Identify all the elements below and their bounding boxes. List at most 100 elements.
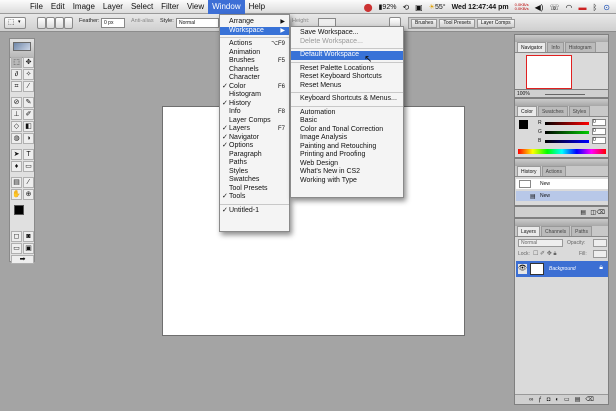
window-menu-item-channels[interactable]: Channels xyxy=(220,66,289,75)
intersect-selection-button[interactable] xyxy=(64,17,73,29)
tab-actions[interactable]: Actions xyxy=(541,166,566,176)
layer-style-icon[interactable]: ƒ xyxy=(538,397,541,403)
foreground-color-swatch[interactable] xyxy=(14,205,24,215)
panel-title-bar[interactable] xyxy=(515,35,608,42)
panel-title-bar[interactable] xyxy=(515,99,608,106)
lock-icon[interactable]: ☐ ✐ ✥ 🔒︎ xyxy=(533,250,557,258)
volume-icon[interactable]: ◀) xyxy=(535,3,544,12)
eyedropper-tool-icon[interactable]: ⁄ xyxy=(23,177,34,188)
gradient-tool-icon[interactable]: ◧ xyxy=(23,121,34,132)
window-menu-item-animation[interactable]: Animation xyxy=(220,49,289,58)
new-document-icon[interactable]: ◫ xyxy=(590,209,596,216)
hand-tool-icon[interactable]: ✋ xyxy=(11,189,22,200)
tab-swatches[interactable]: Swatches xyxy=(537,106,568,116)
window-menu-item-color[interactable]: ✓ Color F6 xyxy=(220,83,289,92)
workspace-menu-item-reset-palette-locations[interactable]: Reset Palette Locations xyxy=(291,65,403,74)
shape-tool-icon[interactable]: ▭ xyxy=(23,161,34,172)
new-snapshot-icon[interactable]: ▤ xyxy=(580,209,586,216)
window-menu-item-character[interactable]: Character xyxy=(220,74,289,83)
notes-tool-icon[interactable]: ▤ xyxy=(11,177,22,188)
r-value[interactable]: 0 xyxy=(592,119,606,126)
clock[interactable]: Wed 12:47:44 pm xyxy=(452,4,509,11)
blur-tool-icon[interactable]: ◍ xyxy=(11,133,22,144)
tab-paths[interactable]: Paths xyxy=(571,226,592,236)
menu-edit[interactable]: Edit xyxy=(47,0,69,14)
workspace-menu-item-painting-and-retouching[interactable]: Painting and Retouching xyxy=(291,143,403,152)
workspace-menu-item-color-and-tonal-correction[interactable]: Color and Tonal Correction xyxy=(291,126,403,135)
tab-color[interactable]: Color xyxy=(517,106,537,116)
weather-status[interactable]: ☀55° xyxy=(429,3,446,11)
trash-icon[interactable]: ⌫ xyxy=(585,396,593,403)
well-tab-brushes[interactable]: Brushes xyxy=(411,18,438,28)
color-foreground-swatch[interactable] xyxy=(519,120,528,129)
magic-wand-tool-icon[interactable]: ✧ xyxy=(23,69,34,80)
zoom-tool-icon[interactable]: ⊕ xyxy=(23,189,34,200)
opacity-field[interactable] xyxy=(593,239,607,247)
tool-preset-picker[interactable]: ⬚ ▾ xyxy=(4,17,26,29)
g-value[interactable]: 0 xyxy=(592,128,606,135)
history-state-row[interactable]: ▤ New xyxy=(516,191,608,201)
marquee-tool-icon[interactable]: ⬚ xyxy=(11,57,22,68)
menu-window[interactable]: Window xyxy=(208,0,245,14)
color-ramp[interactable] xyxy=(518,149,606,154)
history-snapshot-row[interactable]: New xyxy=(516,179,608,189)
window-menu-item-swatches[interactable]: Swatches xyxy=(220,176,289,185)
workspace-menu-item-keyboard-shortcuts-menus[interactable]: Keyboard Shortcuts & Menus... xyxy=(291,95,403,104)
clone-stamp-tool-icon[interactable]: ⊥ xyxy=(11,109,22,120)
g-slider[interactable] xyxy=(545,131,589,134)
healing-brush-tool-icon[interactable]: ⊘ xyxy=(11,97,22,108)
tab-layers[interactable]: Layers xyxy=(517,226,541,236)
panel-title-bar[interactable] xyxy=(515,219,608,226)
well-tab-layer-comps[interactable]: Layer Comps xyxy=(476,18,515,28)
window-menu-item-actions[interactable]: Actions ⌥F9 xyxy=(220,40,289,49)
screen-mode-icon[interactable]: ▭ xyxy=(11,243,22,254)
menu-view[interactable]: View xyxy=(183,0,208,14)
window-menu-item-tool-presets[interactable]: Tool Presets xyxy=(220,185,289,194)
antialias-checkbox[interactable]: Anti-alias xyxy=(131,18,154,24)
display-icon[interactable]: ▣ xyxy=(415,3,423,12)
sync-icon[interactable]: ⟲ xyxy=(402,3,409,12)
feather-field[interactable]: 0 px xyxy=(101,18,125,28)
new-group-icon[interactable]: ▭ xyxy=(564,396,570,403)
blend-mode-select[interactable]: Normal xyxy=(518,239,563,247)
window-menu-item-paragraph[interactable]: Paragraph xyxy=(220,151,289,160)
move-tool-icon[interactable]: ✥ xyxy=(23,57,34,68)
workspace-menu-item-what-s-new-in-cs2[interactable]: What's New in CS2 xyxy=(291,168,403,177)
window-menu-item-workspace[interactable]: Workspace ▶ xyxy=(220,26,289,35)
quick-mask-icon[interactable]: ◙ xyxy=(23,231,34,242)
layer-row-background[interactable]: 👁︎ Background 🔒︎ xyxy=(516,261,608,277)
menu-select[interactable]: Select xyxy=(127,0,157,14)
workspace-menu-item-reset-menus[interactable]: Reset Menus xyxy=(291,82,403,91)
window-menu-item-info[interactable]: Info F8 xyxy=(220,108,289,117)
subtract-selection-button[interactable] xyxy=(55,17,64,29)
pen-tool-icon[interactable]: ♦ xyxy=(11,161,22,172)
window-menu-item-layers[interactable]: ✓ Layers F7 xyxy=(220,125,289,134)
workspace-menu-item-save-workspace[interactable]: Save Workspace... xyxy=(291,29,403,38)
workspace-menu-item-printing-and-proofing[interactable]: Printing and Proofing xyxy=(291,151,403,160)
dodge-tool-icon[interactable]: ◑ xyxy=(23,133,34,144)
window-menu-item-untitled-1[interactable]: ✓ Untitled-1 xyxy=(220,207,289,216)
screen-mode-full-icon[interactable]: ▣ xyxy=(23,243,34,254)
tab-history[interactable]: History xyxy=(517,166,541,176)
style-select[interactable]: Normal xyxy=(176,18,219,28)
history-brush-tool-icon[interactable]: ✐ xyxy=(23,109,34,120)
menu-file[interactable]: File xyxy=(26,0,47,14)
well-tab-tool-presets[interactable]: Tool Presets xyxy=(439,18,475,28)
path-selection-tool-icon[interactable]: ➤ xyxy=(11,149,22,160)
workspace-menu-item-reset-keyboard-shortcuts[interactable]: Reset Keyboard Shortcuts xyxy=(291,73,403,82)
link-layers-icon[interactable]: ∞ xyxy=(529,397,533,403)
workspace-menu-item-working-with-type[interactable]: Working with Type xyxy=(291,177,403,186)
tab-histogram[interactable]: Histogram xyxy=(564,42,596,52)
add-selection-button[interactable] xyxy=(46,17,55,29)
crop-tool-icon[interactable]: ⌗ xyxy=(11,81,22,92)
flag-icon[interactable]: ▬ xyxy=(578,3,586,12)
menu-help[interactable]: Help xyxy=(245,0,269,14)
standard-mode-icon[interactable]: ◻ xyxy=(11,231,22,242)
workspace-menu-item-image-analysis[interactable]: Image Analysis xyxy=(291,134,403,143)
workspace-menu-item-automation[interactable]: Automation xyxy=(291,109,403,118)
workspace-menu-item-basic[interactable]: Basic xyxy=(291,117,403,126)
adjustment-layer-icon[interactable]: ◐ xyxy=(555,397,559,403)
phone-icon[interactable]: ☏ xyxy=(549,3,559,12)
window-menu-item-layer-comps[interactable]: Layer Comps xyxy=(220,117,289,126)
panel-title-bar[interactable] xyxy=(515,159,608,166)
